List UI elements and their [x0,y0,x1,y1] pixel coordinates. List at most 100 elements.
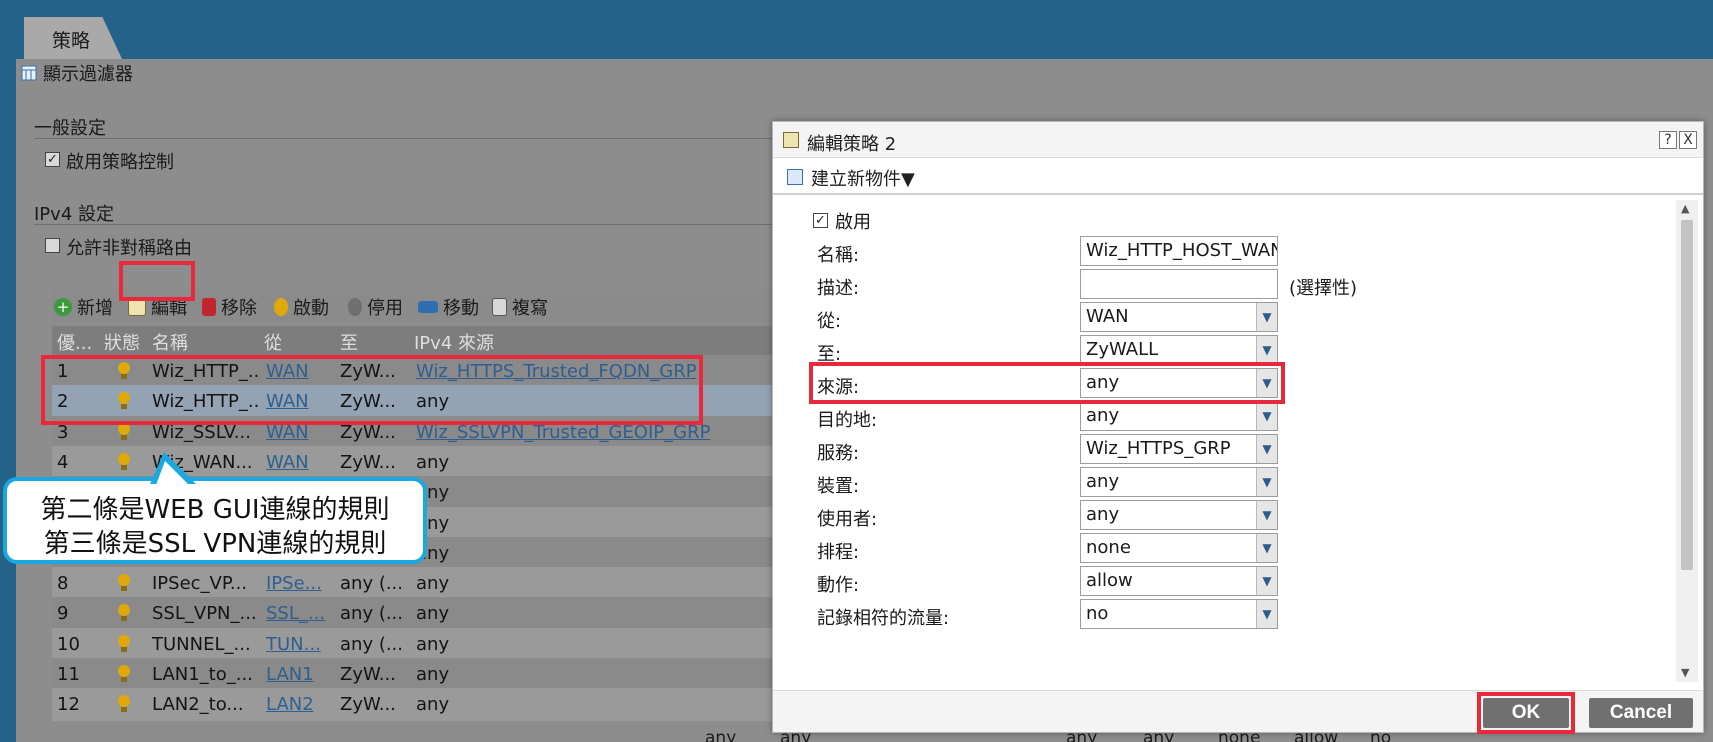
column-header[interactable]: 至 [340,329,358,355]
to-value: ZyWALL [1086,339,1159,360]
dialog-title-bar: 編輯策略 2 ? X [773,122,1703,158]
tab-policy-label: 策略 [52,30,91,52]
strip-value: any [705,728,737,742]
enable-checkbox[interactable]: ✓ [813,213,828,228]
edit-button[interactable]: 編輯 [128,294,187,320]
cancel-button[interactable]: Cancel [1589,698,1693,728]
from-value: WAN [1086,306,1129,327]
from-cell[interactable]: SSL_... [266,603,336,624]
table-row[interactable]: 1 Wiz_HTTP_... WAN ZyW... Wiz_HTTPS_Trusted_… [52,355,772,388]
priority-cell: 1 [57,361,69,382]
table-row[interactable]: 3 Wiz_SSLV... WAN ZyW... Wiz_SSLVPN_Trusted_… [52,415,772,449]
scroll-down-icon[interactable]: ▼ [1681,666,1689,679]
source-cell[interactable]: Wiz_SSLVPN_Trusted_GEOIP_GRP [416,422,772,443]
chevron-down-icon: ▼ [1256,369,1277,397]
priority-cell: 9 [57,603,69,625]
priority-cell: 4 [57,451,69,473]
column-header[interactable]: 優... [57,329,92,355]
log-select[interactable]: no ▼ [1080,599,1278,629]
left-border [0,0,16,742]
from-cell[interactable]: WAN [266,391,336,412]
source-cell: any [416,451,450,473]
service-label: 服務: [817,443,860,464]
column-header[interactable]: 狀態 [104,329,140,355]
source-cell: any [416,573,450,595]
table-row[interactable]: 2 Wiz_HTTP_... WAN ZyW... any [52,385,772,419]
trash-icon [202,298,216,316]
dialog-scrollbar[interactable]: ▲ ▼ [1676,200,1698,682]
deactivate-button[interactable]: 停用 [348,294,403,320]
from-cell[interactable]: TUN... [266,634,336,655]
scroll-up-icon[interactable]: ▲ [1681,202,1689,215]
name-cell: LAN1_to_... [152,664,253,685]
name-field[interactable]: Wiz_HTTP_HOST_WAN [1080,236,1278,266]
table-row[interactable]: 10 TUNNEL_... TUN... any (... any [52,627,772,661]
from-cell[interactable]: WAN [266,452,336,473]
priority-cell: 11 [57,664,80,685]
device-select[interactable]: any ▼ [1080,467,1278,497]
chevron-down-icon: ▼ [1256,567,1277,595]
close-button[interactable]: X [1679,131,1697,149]
priority-cell: 3 [57,421,69,443]
activate-button[interactable]: 啟動 [274,294,329,320]
table-header: 優... 狀態 名稱 從 至 IPv4 來源 [52,326,772,355]
from-cell[interactable]: LAN1 [266,664,336,685]
scroll-thumb[interactable] [1681,220,1693,570]
add-button[interactable]: + 新增 [54,294,113,320]
schedule-value: none [1086,537,1131,558]
table-row[interactable]: 8 IPSec_VP... IPSe... any (... any [52,567,772,601]
schedule-select[interactable]: none ▼ [1080,533,1278,563]
service-select[interactable]: Wiz_HTTPS_GRP ▼ [1080,434,1278,464]
from-cell[interactable]: IPSe... [266,573,336,594]
action-label: 動作: [817,575,860,596]
source-value: any [1086,372,1120,393]
remove-button[interactable]: 移除 [202,294,257,320]
enable-policy-checkbox[interactable]: ✓ [45,152,60,167]
asymmetric-route-checkbox[interactable] [45,238,60,253]
bulb-on-icon [118,362,130,380]
user-select[interactable]: any ▼ [1080,500,1278,530]
to-select[interactable]: ZyWALL ▼ [1080,335,1278,365]
callout-pointer-fill [156,461,189,485]
description-field[interactable] [1080,269,1278,299]
create-object-menu[interactable]: 建立新物件▼ [811,165,915,191]
table-row[interactable]: 9 SSL_VPN_... SSL_... any (... any [52,597,772,631]
name-cell: TUNNEL_... [152,633,251,655]
column-header[interactable]: IPv4 來源 [414,329,494,355]
table-row[interactable]: 12 LAN2_to... LAN2 ZyW... any [52,688,772,722]
annotation-callout: 第二條是WEB GUI連線的規則 第三條是SSL VPN連線的規則 [3,477,427,564]
edit-icon [128,298,146,316]
to-cell: ZyW... [340,421,396,443]
from-select[interactable]: WAN ▼ [1080,302,1278,332]
device-value: any [1086,471,1120,492]
table-row[interactable]: 11 LAN1_to_... LAN1 ZyW... any [52,658,772,691]
clone-button[interactable]: 複寫 [492,294,548,320]
name-label: 名稱: [817,245,860,266]
source-select[interactable]: any ▼ [1080,368,1278,398]
dialog-title: 編輯策略 2 [807,134,897,155]
source-cell: any [416,694,450,716]
help-button[interactable]: ? [1659,131,1677,149]
from-cell[interactable]: WAN [266,361,336,382]
service-value: Wiz_HTTPS_GRP [1086,438,1231,459]
destination-select[interactable]: any ▼ [1080,401,1278,431]
from-cell[interactable]: WAN [266,422,336,443]
clone-icon [492,298,507,316]
destination-value: any [1086,405,1120,426]
ok-button[interactable]: OK [1483,698,1569,728]
column-header[interactable]: 從 [264,329,282,355]
source-cell[interactable]: Wiz_HTTPS_Trusted_FQDN_GRP [416,361,772,382]
log-label: 記錄相符的流量: [817,608,950,629]
destination-label: 目的地: [817,410,878,431]
move-arrow-icon [418,301,438,313]
column-header[interactable]: 名稱 [152,329,188,355]
from-cell[interactable]: LAN2 [266,694,336,715]
to-cell: any (... [340,573,403,595]
source-cell: any [416,633,450,655]
ipv4-settings-title: IPv4 設定 [34,204,114,225]
move-button[interactable]: 移動 [418,294,479,320]
show-filter-link[interactable]: 顯示過濾器 [21,60,133,86]
remove-label: 移除 [221,298,257,319]
action-select[interactable]: allow ▼ [1080,566,1278,596]
activate-label: 啟動 [293,298,329,319]
